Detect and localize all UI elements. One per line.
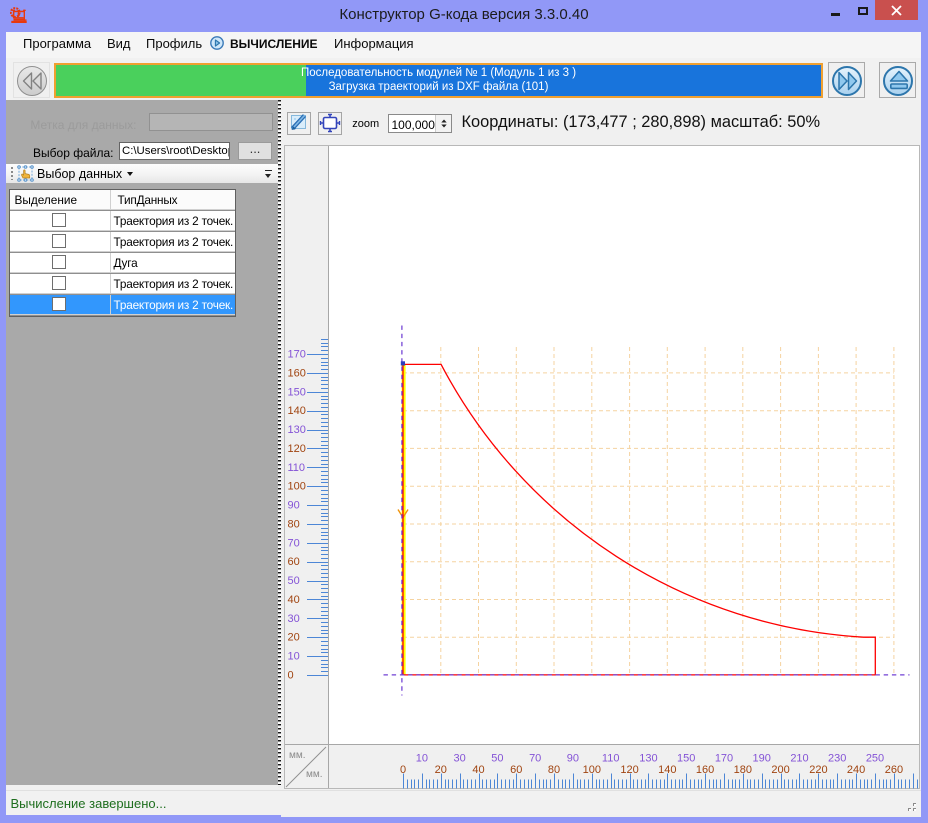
- svg-text:мм.: мм.: [289, 750, 306, 761]
- svg-text:220: 220: [809, 764, 827, 776]
- svg-text:40: 40: [287, 594, 299, 606]
- svg-text:100: 100: [582, 764, 600, 776]
- svg-text:0: 0: [287, 669, 293, 681]
- svg-text:130: 130: [639, 752, 657, 764]
- svg-text:90: 90: [566, 752, 578, 764]
- svg-text:120: 120: [287, 442, 305, 454]
- svg-text:170: 170: [714, 752, 732, 764]
- svg-text:210: 210: [790, 752, 808, 764]
- svg-text:200: 200: [771, 764, 789, 776]
- svg-text:0: 0: [399, 764, 405, 776]
- svg-text:140: 140: [287, 405, 305, 417]
- svg-text:230: 230: [828, 752, 846, 764]
- svg-text:120: 120: [620, 764, 638, 776]
- svg-text:150: 150: [287, 386, 305, 398]
- svg-text:240: 240: [846, 764, 864, 776]
- svg-text:110: 110: [287, 461, 305, 473]
- svg-text:60: 60: [510, 764, 522, 776]
- svg-text:10: 10: [415, 752, 427, 764]
- svg-text:110: 110: [601, 752, 619, 764]
- svg-text:40: 40: [472, 764, 484, 776]
- svg-text:20: 20: [287, 631, 299, 643]
- svg-text:90: 90: [287, 499, 299, 511]
- svg-text:50: 50: [491, 752, 503, 764]
- svg-text:140: 140: [658, 764, 676, 776]
- svg-text:50: 50: [287, 575, 299, 587]
- svg-text:70: 70: [287, 537, 299, 549]
- svg-text:мм.: мм.: [306, 769, 323, 780]
- svg-text:160: 160: [287, 367, 305, 379]
- svg-text:30: 30: [453, 752, 465, 764]
- svg-text:250: 250: [865, 752, 883, 764]
- svg-text:160: 160: [695, 764, 713, 776]
- svg-text:190: 190: [752, 752, 770, 764]
- svg-text:70: 70: [529, 752, 541, 764]
- svg-text:80: 80: [547, 764, 559, 776]
- svg-text:30: 30: [287, 612, 299, 624]
- svg-text:60: 60: [287, 556, 299, 568]
- svg-text:80: 80: [287, 518, 299, 530]
- svg-text:100: 100: [287, 480, 305, 492]
- svg-text:180: 180: [733, 764, 751, 776]
- svg-text:130: 130: [287, 424, 305, 436]
- svg-text:260: 260: [884, 764, 902, 776]
- svg-text:20: 20: [434, 764, 446, 776]
- svg-text:170: 170: [287, 348, 305, 360]
- svg-text:10: 10: [287, 650, 299, 662]
- svg-text:150: 150: [677, 752, 695, 764]
